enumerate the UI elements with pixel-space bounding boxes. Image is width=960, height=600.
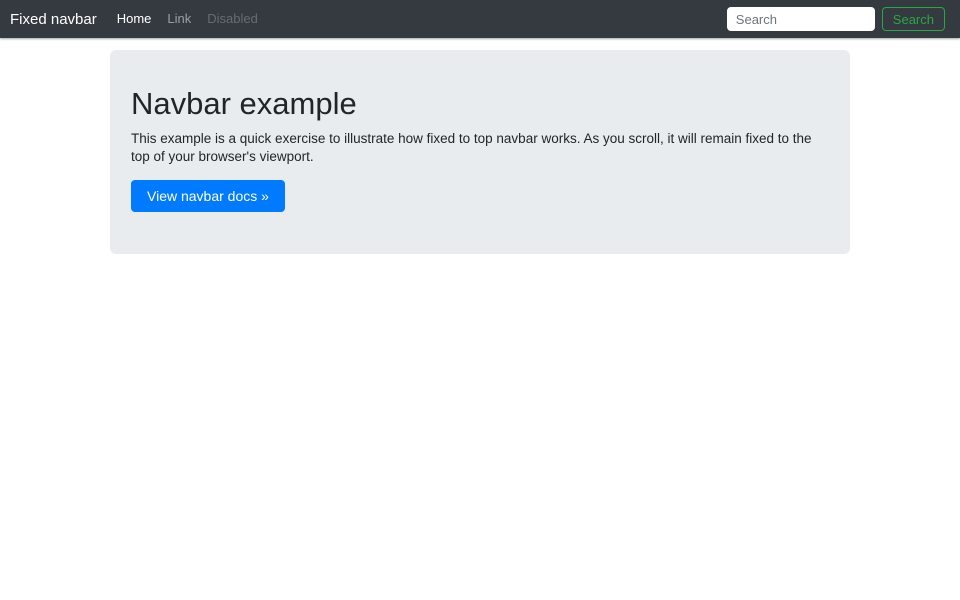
page-title: Navbar example [131, 86, 828, 122]
navbar-brand[interactable]: Fixed navbar [10, 11, 97, 28]
view-navbar-docs-button[interactable]: View navbar docs » [131, 180, 285, 212]
browser-page: Fixed navbar Home Link Disabled Search N… [0, 0, 960, 600]
nav-item-home[interactable]: Home [109, 11, 160, 26]
search-form: Search [727, 7, 945, 31]
main-content: Navbar example This example is a quick e… [0, 0, 960, 254]
navbar-nav: Home Link Disabled [109, 10, 266, 28]
page-description: This example is a quick exercise to illu… [131, 130, 828, 166]
nav-item-disabled: Disabled [199, 11, 266, 26]
top-navbar: Fixed navbar Home Link Disabled Search [0, 0, 960, 38]
jumbotron: Navbar example This example is a quick e… [110, 50, 850, 254]
nav-item-link[interactable]: Link [159, 11, 199, 26]
search-input[interactable] [727, 7, 875, 31]
search-button[interactable]: Search [882, 7, 945, 31]
